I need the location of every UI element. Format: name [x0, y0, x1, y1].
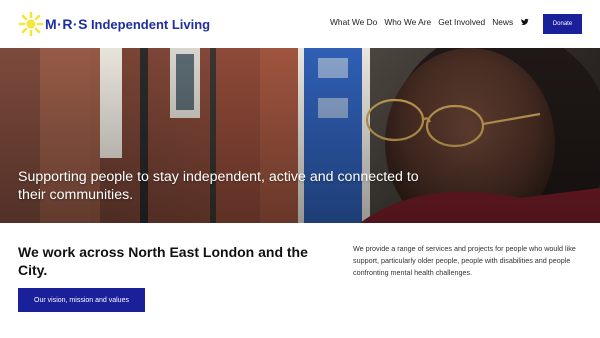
donate-button[interactable]: Donate [543, 14, 582, 34]
nav-item-get-involved[interactable]: Get Involved [438, 17, 485, 27]
site-logo[interactable]: M·R·S Independent Living [18, 10, 210, 38]
main-nav: What We Do Who We Are Get Involved News [330, 17, 513, 27]
logo-name-text: Independent Living [90, 16, 211, 32]
site-header: M·R·S Independent Living What We Do Who … [0, 0, 600, 48]
hero-tagline: Supporting people to stay independent, a… [18, 169, 419, 203]
logo-mrs-text: M·R·S [45, 16, 88, 32]
vision-mission-values-button[interactable]: Our vision, mission and values [18, 288, 145, 312]
intro-description: We provide a range of services and proje… [353, 244, 576, 277]
hero-banner: Supporting people to stay independent, a… [0, 48, 600, 223]
twitter-icon[interactable] [521, 18, 529, 26]
intro-heading: We work across North East London and the… [18, 244, 308, 278]
nav-item-what-we-do[interactable]: What We Do [330, 17, 377, 27]
nav-item-news[interactable]: News [492, 17, 513, 27]
sun-logo-icon [18, 11, 44, 37]
nav-item-who-we-are[interactable]: Who We Are [384, 17, 431, 27]
